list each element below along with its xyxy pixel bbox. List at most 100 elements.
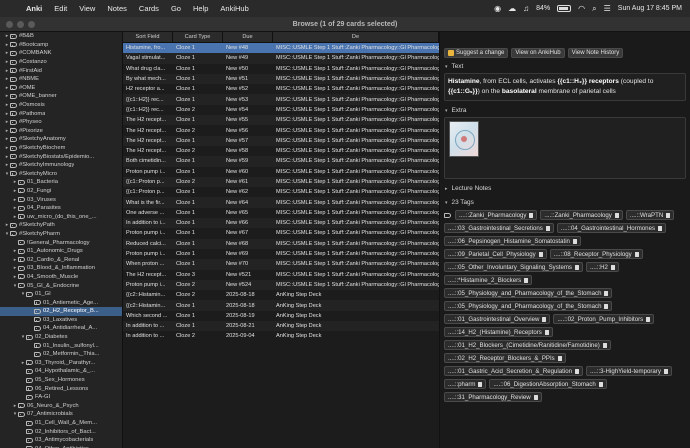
sidebar-tag-item[interactable]: ▾ 07_Antimicrobials [0,410,122,419]
menu-item-cards[interactable]: Cards [139,4,159,13]
sidebar-tag-item[interactable]: ▸ #SketchyImmunology [0,161,122,170]
delete-tag-icon[interactable] [598,381,603,387]
table-row[interactable]: The H2 recept... Cloze 3 New #521 MISC::USM… [123,270,439,280]
sidebar-tag-item[interactable]: 02_Inhibitors_of_Bact... [0,427,122,436]
close-window-button[interactable] [6,21,13,28]
sidebar-tag-item[interactable]: ▸ #SketchyPath [0,221,122,230]
sidebar-tag-item[interactable]: ▾ 01_GI [0,290,122,299]
delete-tag-icon[interactable] [602,342,607,348]
delete-tag-icon[interactable] [666,212,671,218]
sidebar-tag-item[interactable]: ▸ 04_Smooth_Muscle [0,273,122,282]
tag-chip[interactable]: ....::04_Gastrointestinal_Hormones [556,223,667,233]
sidebar-tag-item[interactable]: ▸ #Bootcamp [0,41,122,50]
table-row[interactable]: {{c1::H2}} rec... Cloze 1 New #53 MISC::USM… [123,94,439,105]
menu-item-notes[interactable]: Notes [107,4,127,13]
sidebar-tag-item[interactable]: ▸ #SketchyBiostats/Epidemio... [0,152,122,161]
column-header[interactable]: Card Type [173,32,223,42]
screen-record-icon[interactable]: ◉ [494,4,501,13]
tag-chip[interactable]: ....::09_Parietal_Cell_Physiology [444,249,547,259]
sidebar-tag-item[interactable]: ▾ #SketchyPharm [0,230,122,239]
text-field[interactable]: Histamine, from ECL cells, activates {{c… [444,73,686,101]
sidebar-tag-item[interactable]: 03_Antimycobacterials [0,436,122,445]
sidebar-tag-item[interactable]: ▸ #OME_banner [0,92,122,101]
tag-chip[interactable]: ....::05_Physiology_and_Pharmacology_of_… [444,288,613,298]
table-row[interactable]: Which second ... Cloze 1 2025-08-19 AnKing … [123,311,439,321]
table-row[interactable]: {{c2::Histamin... Cloze 1 2025-08-18 AnKing… [123,300,439,311]
sidebar-tag-item[interactable]: ▸ #SketchyAnatomy [0,135,122,144]
table-row[interactable]: What is the fir... Cloze 1 New #64 MISC::US… [123,197,439,208]
sidebar-tag-item[interactable]: ▸ 06_Neuro_&_Psych [0,402,122,411]
table-row[interactable]: What drug cla... Cloze 1 New #50 MISC::USML… [123,64,439,74]
table-row[interactable]: Histamine, fro... Cloze 1 New #48 MISC::USM… [123,43,439,54]
sidebar-tag-item[interactable]: ▸ 01_Autonomic_Drugs [0,247,122,256]
sidebar-tag-item[interactable]: ▸ 03_Blood_&_Inflammation [0,264,122,273]
suggest-change-button[interactable]: Suggest a change [444,47,509,58]
sidebar-tag-item[interactable]: ▸ #Osmosis [0,101,122,110]
table-row[interactable]: Proton pump i... Cloze 2 New #524 MISC::USM… [123,279,439,291]
sidebar-tag-item[interactable]: ▾ 05_GI_&_Endocrine [0,281,122,290]
tag-chip[interactable]: ....::pharm [444,379,487,389]
table-row[interactable]: In addition to i... Cloze 1 New #66 MISC::U… [123,218,439,229]
wifi-icon[interactable]: ◠ [578,4,585,13]
tag-chip[interactable]: ....::02_H2_Receptor_Blockers_&_PPIs [444,353,566,363]
minimize-window-button[interactable] [17,21,24,28]
sidebar-tag-item[interactable]: !General_Pharmacology [0,238,122,247]
table-row[interactable]: {{c1::Proton p... Cloze 2 New #61 MISC::USM… [123,176,439,188]
table-row[interactable]: When proton ... Cloze 1 New #70 MISC::USMLE… [123,259,439,270]
sidebar-tag-item[interactable]: 04_Antidiarrheal_A... [0,324,122,333]
table-row[interactable]: The H2 recept... Cloze 2 New #58 MISC::USML… [123,146,439,156]
tags-header[interactable]: ▾ 23 Tags [440,197,690,208]
table-row[interactable]: The H2 recept... Cloze 2 New #56 MISC::USML… [123,125,439,135]
sidebar-tag-item[interactable]: ▸ 01_Bacteria [0,178,122,187]
menu-item-ankihub[interactable]: AnkiHub [220,4,248,13]
delete-tag-icon[interactable] [557,355,562,361]
apple-icon[interactable] [8,4,18,14]
tag-chip[interactable]: ....::*Histamine_2_Blockers [444,275,533,285]
sidebar-tag-item[interactable]: ▸ #COMBANK [0,49,122,58]
extra-field-header[interactable]: ▾ Extra [440,105,690,116]
tag-chip[interactable]: ....::01_Gastric_Acid_Secretion_&_Regula… [444,366,583,376]
view-note-history-button[interactable]: View Note History [567,47,624,58]
sidebar-tag-item[interactable]: ▾ 02_Diabetes [0,333,122,342]
delete-tag-icon[interactable] [524,277,529,283]
table-row[interactable]: {{c1::H2}} rec... Cloze 2 New #54 MISC::USM… [123,105,439,115]
delete-tag-icon[interactable] [634,251,639,257]
sidebar-tag-item[interactable]: 01_Cell_Wall_&_Mem... [0,419,122,428]
menu-item-view[interactable]: View [79,4,95,13]
sidebar-tag-item[interactable]: ▸ #Costanzo [0,58,122,67]
sidebar-tag-item[interactable]: ▸ uw_micro_(do_this_one_... [0,212,122,221]
column-header[interactable]: Due [223,32,273,42]
delete-tag-icon[interactable] [614,212,619,218]
sidebar-tag-item[interactable]: ▸ #NBME [0,75,122,84]
delete-tag-icon[interactable] [663,368,668,374]
tag-chip[interactable]: ....::05_Other_Involuntary_Signaling_Sys… [444,262,583,272]
sidebar-tag-item[interactable]: 03_Laxatives [0,316,122,325]
tag-chip[interactable]: ....::05_Physiology_and_Pharmacology_of_… [444,301,613,311]
battery-icon[interactable] [557,5,572,12]
table-row[interactable]: Vagal stimulat... Cloze 1 New #49 MISC::USM… [123,53,439,64]
table-row[interactable]: Proton pump i... Cloze 1 New #69 MISC::USML… [123,249,439,259]
clock[interactable]: Sun Aug 17 8:45 PM [618,5,682,12]
tag-chip[interactable]: ....::06_DigestionAbsorption_Stomach [489,379,607,389]
tag-chip[interactable]: ....::03_Gastrointestinal_Secretions [444,223,554,233]
sidebar-tag-item[interactable]: ▸ 03_Thyroid,_Parathyr... [0,359,122,368]
table-row[interactable]: In addition to ... Cloze 1 2025-08-21 AnKin… [123,321,439,332]
extra-field[interactable] [444,117,686,179]
menu-item-anki[interactable]: Anki [26,4,42,13]
sidebar-tag-item[interactable]: 05_Sex_Hormones [0,376,122,385]
tag-chip[interactable]: ....::02_Proton_Pump_Inhibitors [553,314,655,324]
sidebar-tag-item[interactable]: 04_Other_Antibiotics [0,445,122,448]
tag-chip[interactable]: ....::Zanki_Pharmacology [455,210,538,220]
delete-tag-icon[interactable] [574,264,579,270]
table-row[interactable]: The H2 recept... Cloze 1 New #57 MISC::USML… [123,135,439,146]
sidebar-tag-item[interactable]: ▾ #SketchyMicro [0,170,122,179]
control-center-icon[interactable]: ☰ [604,4,611,13]
sidebar-tag-item[interactable]: 01_Antiemetic_Age... [0,298,122,307]
view-on-ankihub-button[interactable]: View on AnkiHub [511,47,565,58]
zoom-window-button[interactable] [28,21,35,28]
sidebar-tag-item[interactable]: 02_H2_Receptor_B... [0,307,122,316]
menu-item-edit[interactable]: Edit [54,4,67,13]
sidebar-tag-item[interactable]: 04_Hypothalamic_&_... [0,367,122,376]
tag-chip[interactable]: ....::3-HighYield-temporary [585,366,672,376]
tag-chip[interactable]: ....::31_Pharmacology_Review [444,392,542,402]
